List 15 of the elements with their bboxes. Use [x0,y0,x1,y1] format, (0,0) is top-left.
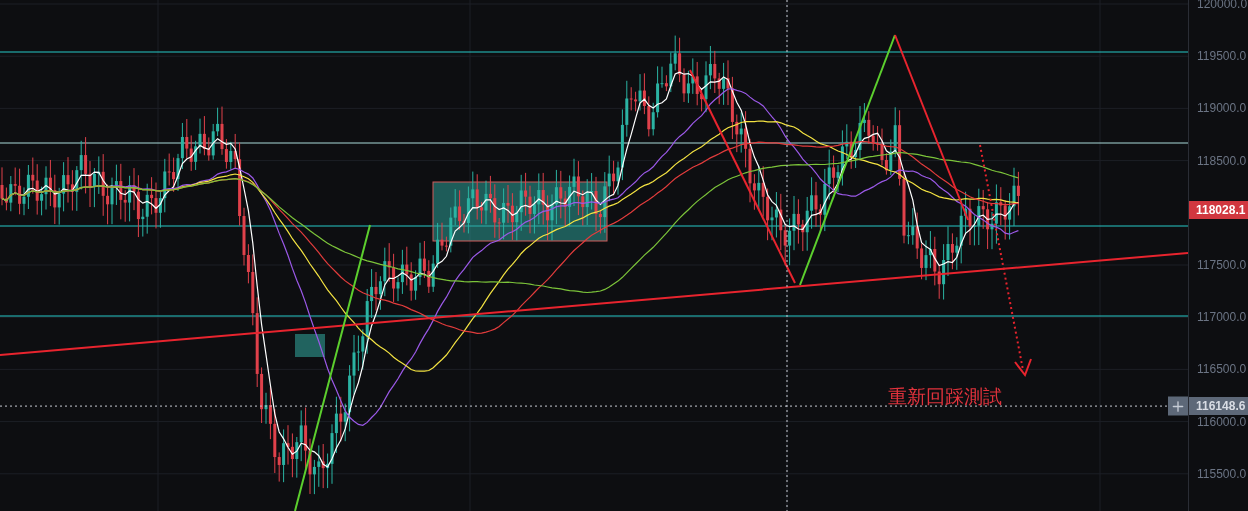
price-axis-label: 116500.0 [1197,362,1247,377]
price-axis-label: 117000.0 [1197,310,1247,325]
chart-annotation: 重新回踩測試 [888,384,1002,409]
price-axis-label: 120000.0 [1197,0,1248,11]
plus-icon [1170,398,1186,415]
price-axis-label: 119000.0 [1197,101,1247,116]
price-tag: 118028.1 [1189,200,1248,219]
consolidation-zone [295,334,325,357]
add-button[interactable] [1168,396,1188,416]
price-axis-label: 117500.0 [1197,258,1247,272]
price-tag: 116148.6 [1189,397,1248,416]
price-axis-label: 115500.0 [1197,466,1247,481]
price-axis-label: 118500.0 [1197,153,1247,168]
price-axis-label: 116000.0 [1197,414,1247,429]
price-axis-label: 119500.0 [1197,49,1247,64]
